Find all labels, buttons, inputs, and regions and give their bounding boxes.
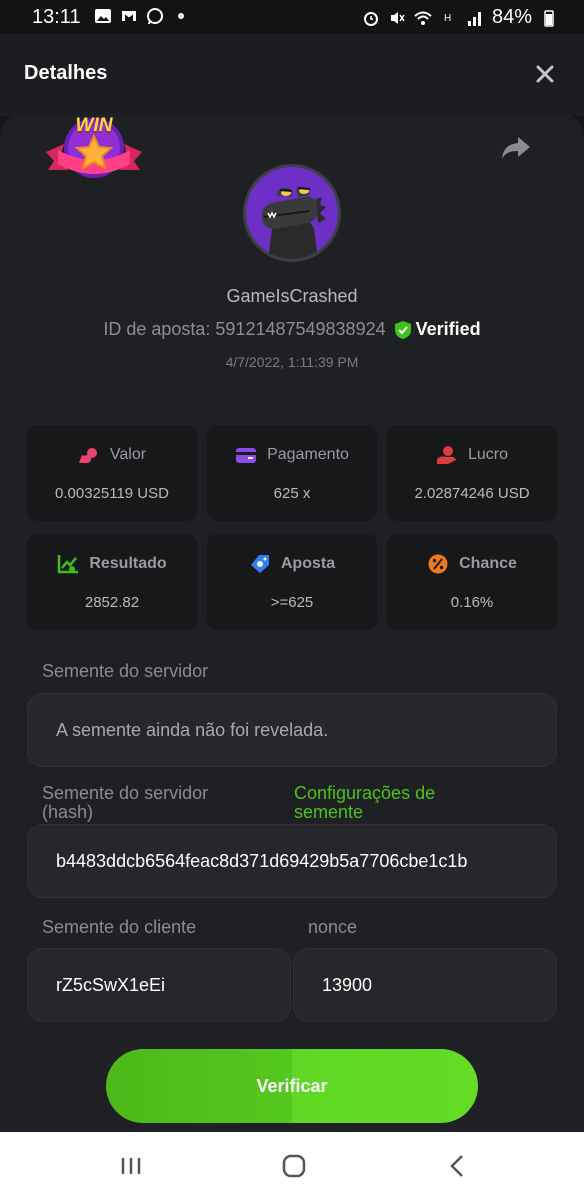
client-seed-field[interactable]: rZ5cSwX1eEi [27,948,291,1022]
alarm-icon [363,11,378,26]
svg-text:H: H [444,13,451,24]
stat-label: Resultado [89,555,167,572]
win-badge-text: WIN [75,115,113,136]
stat-value: 2852.82 [84,594,140,611]
verified-badge: Verified [394,319,481,340]
back-icon[interactable] [442,1150,474,1182]
stat-value: 2.02874246 USD [414,485,530,502]
stat-card-aposta: Aposta >=625 [207,534,377,630]
whatsapp-icon [147,8,163,25]
server-seed-hash-value: b4483ddcb6564feac8d371d69429b5a7706cbe1c… [56,850,468,871]
stat-card-resultado: Resultado 2852.82 [27,534,197,630]
username: GameIsCrashed [226,286,358,306]
close-icon[interactable] [532,61,558,87]
page-title: Detalhes [24,62,108,84]
signal-icon [467,11,481,26]
bet-id: ID de aposta: 59121487549838924 [103,319,386,339]
header: Detalhes [0,34,584,116]
avatar [243,164,341,262]
server-seed-hash-label: Semente do servidor (hash) [42,783,209,822]
server-seed-label: Semente do servidor [42,661,209,681]
stat-value: 0.16% [450,594,494,611]
stat-card-pagamento: Pagamento 625 x [207,425,377,521]
coins-icon [78,448,97,463]
stat-value: 625 x [273,485,311,502]
mute-icon [390,11,405,24]
stat-label: Lucro [467,446,509,463]
dot-icon [178,13,184,19]
status-time: 13:11 [32,6,81,28]
server-seed-hash-field[interactable]: b4483ddcb6564feac8d371d69429b5a7706cbe1c… [27,824,557,898]
nonce-value: 13900 [322,974,373,995]
seed-settings-link[interactable]: Configurações de semente [294,784,435,822]
verify-button[interactable]: Verificar [106,1049,478,1123]
share-icon[interactable] [500,134,532,162]
image-icon [95,9,111,23]
status-bar: 13:11 H 84% [0,0,584,34]
hand-coin-icon [436,446,456,464]
shield-check-icon [394,320,411,339]
verify-button-label: Verificar [256,1075,328,1096]
nonce-label: nonce [308,917,358,937]
server-seed-field[interactable]: A semente ainda não foi revelada. [27,693,557,767]
wifi-icon [414,11,432,25]
bet-id-row: ID de aposta: 59121487549838924 Verified [0,319,584,340]
ticket-icon [250,555,269,573]
server-seed-value: A semente ainda não foi revelada. [56,719,329,740]
nonce-field[interactable]: 13900 [293,948,557,1022]
chart-icon [58,555,79,574]
win-badge: WIN [44,114,144,192]
percent-icon [428,554,448,574]
stat-card-valor: Valor 0.00325119 USD [27,425,197,521]
bet-details-panel: WIN GameIsCrashed ID de aposta: 59121487… [0,114,584,1132]
stat-card-chance: Chance 0.16% [387,534,557,630]
home-icon[interactable] [278,1150,310,1182]
stat-value: 0.00325119 USD [55,485,169,502]
stat-label: Pagamento [267,446,349,463]
wallet-icon [236,448,257,463]
battery-percent: 84% [491,6,532,28]
stat-value: >=625 [270,594,314,611]
stat-card-lucro: Lucro 2.02874246 USD [387,425,557,521]
system-nav-bar [0,1132,584,1200]
client-seed-value: rZ5cSwX1eEi [56,974,166,995]
stat-label: Chance [459,555,517,572]
recents-icon[interactable] [115,1150,147,1182]
crocodile-avatar-icon [246,167,338,259]
verified-label: Verified [415,319,481,339]
bet-date: 4/7/2022, 1:11:39 PM [225,354,359,370]
gmail-icon [122,11,136,21]
stat-label: Aposta [280,555,336,572]
battery-icon [544,9,554,27]
client-seed-label: Semente do cliente [42,917,197,937]
h-plus-icon: H [444,13,451,24]
stat-label: Valor [109,446,147,463]
